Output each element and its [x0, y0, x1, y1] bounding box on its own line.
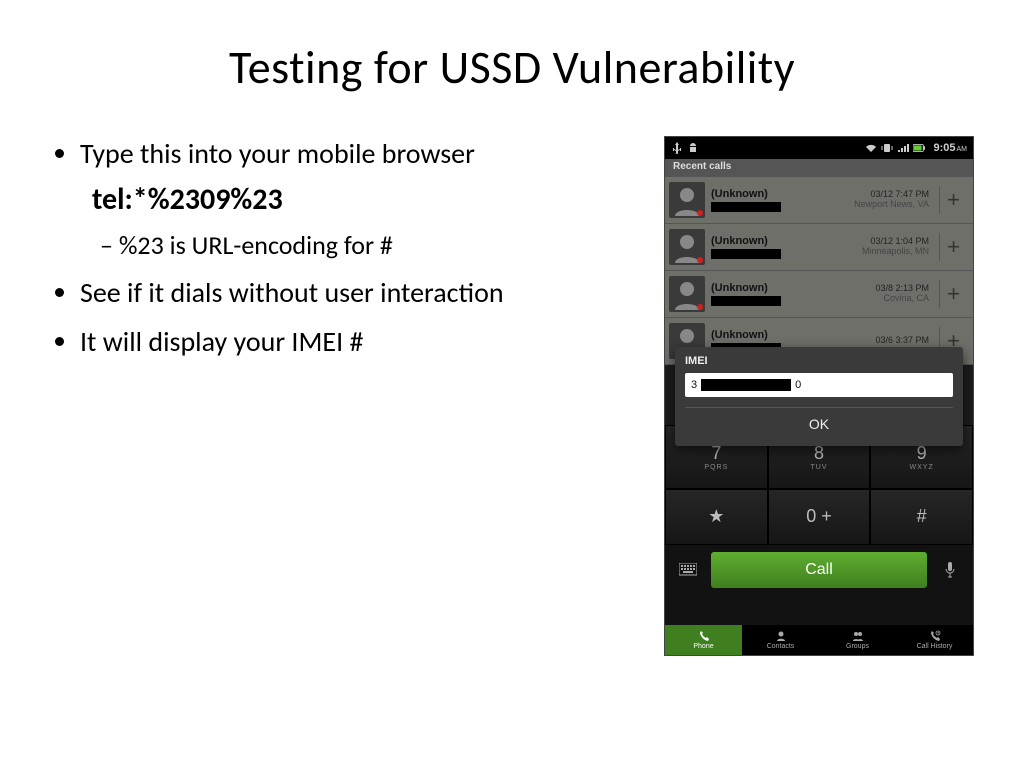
section-recent-calls: Recent calls — [665, 159, 973, 177]
imei-leading-digit: 3 — [691, 379, 697, 391]
avatar — [669, 229, 705, 265]
redacted-imei — [701, 379, 791, 391]
avatar — [669, 276, 705, 312]
imei-dialog: IMEI 3 0 OK — [675, 347, 963, 446]
bullet-3: It will display your IMEI # — [80, 324, 634, 359]
mic-icon[interactable] — [935, 555, 965, 585]
call-meta: 03/12 7:47 PM Newport News, VA — [839, 190, 929, 210]
history-icon — [929, 630, 941, 642]
bullet-1-text: Type this into your mobile browser — [80, 136, 475, 171]
caller-name: (Unknown) — [711, 282, 833, 294]
missed-call-icon — [697, 257, 703, 263]
key-0[interactable]: 0 + — [768, 489, 871, 546]
call-bar: Call — [665, 545, 973, 595]
call-meta: 03/12 1:04 PM Minneapolis, MN — [839, 237, 929, 257]
signal-icon — [897, 142, 909, 154]
dialpad: 7PQRS 8TUV 9WXYZ ★ 0 + # Call — [665, 425, 973, 625]
status-bar: 9:05AM — [665, 137, 973, 159]
android-icon — [687, 142, 699, 154]
call-row[interactable]: (Unknown) 03/12 1:04 PM Minneapolis, MN … — [665, 224, 973, 271]
nav-phone-label: Phone — [693, 643, 713, 650]
key-hash[interactable]: # — [870, 489, 973, 546]
missed-call-icon — [697, 304, 703, 310]
call-location: Minneapolis, MN — [839, 247, 929, 257]
status-left — [671, 142, 699, 154]
bullet-1: Type this into your mobile browser tel:*… — [80, 136, 634, 261]
nav-groups[interactable]: Groups — [819, 625, 896, 655]
bullet-list: Type this into your mobile browser tel:*… — [50, 136, 634, 359]
slide-title: Testing for USSD Vulnerability — [50, 40, 974, 96]
add-contact-button[interactable]: + — [939, 233, 967, 261]
phone-screenshot: 9:05AM Recent calls (Unknown) — [664, 136, 974, 656]
redacted-number — [711, 202, 781, 212]
missed-call-icon — [697, 210, 703, 216]
clock-ampm: AM — [957, 146, 968, 153]
key-star[interactable]: ★ — [665, 489, 768, 546]
avatar — [669, 182, 705, 218]
imei-trailing-digit: 0 — [795, 379, 801, 391]
call-meta: 03/6 3:37 PM — [839, 336, 929, 346]
person-icon — [775, 630, 787, 642]
ok-button[interactable]: OK — [685, 407, 953, 440]
keyboard-icon[interactable] — [673, 555, 703, 585]
call-row[interactable]: (Unknown) 03/8 2:13 PM Covina, CA + — [665, 271, 973, 318]
caller-info: (Unknown) — [711, 235, 833, 259]
text-column: Type this into your mobile browser tel:*… — [50, 136, 634, 656]
phone-icon — [698, 630, 710, 642]
call-location: Newport News, VA — [839, 200, 929, 210]
slide: Testing for USSD Vulnerability Type this… — [0, 0, 1024, 768]
call-button[interactable]: Call — [711, 552, 927, 588]
call-date: 03/6 3:37 PM — [839, 336, 929, 346]
caller-name: (Unknown) — [711, 188, 833, 200]
status-right: 9:05AM — [865, 142, 967, 154]
nav-history-label: Call History — [917, 643, 953, 650]
nav-groups-label: Groups — [846, 643, 869, 650]
vibrate-icon — [881, 142, 893, 154]
call-list: (Unknown) 03/12 7:47 PM Newport News, VA… — [665, 177, 973, 365]
caller-info: (Unknown) — [711, 188, 833, 212]
call-meta: 03/8 2:13 PM Covina, CA — [839, 284, 929, 304]
clock-time: 9:05 — [933, 142, 955, 154]
nav-phone[interactable]: Phone — [665, 625, 742, 655]
nav-contacts-label: Contacts — [767, 643, 795, 650]
sub-bullet-1: %23 is URL-encoding for # — [100, 229, 634, 262]
tel-code: tel:*%2309%23 — [92, 181, 634, 219]
clock: 9:05AM — [933, 142, 967, 154]
caller-name: (Unknown) — [711, 329, 833, 341]
phone-column: 9:05AM Recent calls (Unknown) — [664, 136, 974, 656]
add-contact-button[interactable]: + — [939, 280, 967, 308]
redacted-number — [711, 249, 781, 259]
call-location: Covina, CA — [839, 294, 929, 304]
caller-name: (Unknown) — [711, 235, 833, 247]
battery-icon — [913, 142, 925, 154]
caller-info: (Unknown) — [711, 282, 833, 306]
call-row[interactable]: (Unknown) 03/12 7:47 PM Newport News, VA… — [665, 177, 973, 224]
redacted-number — [711, 296, 781, 306]
slide-body: Type this into your mobile browser tel:*… — [50, 136, 974, 656]
add-contact-button[interactable]: + — [939, 186, 967, 214]
bottom-nav: Phone Contacts Groups Call History — [665, 625, 973, 655]
sub-bullet-list: %23 is URL-encoding for # — [80, 229, 634, 262]
wifi-icon — [865, 142, 877, 154]
nav-contacts[interactable]: Contacts — [742, 625, 819, 655]
group-icon — [852, 630, 864, 642]
dialog-body: 3 0 — [685, 373, 953, 397]
dialog-title: IMEI — [685, 355, 953, 367]
usb-icon — [671, 142, 683, 154]
bullet-2: See if it dials without user interaction — [80, 275, 634, 310]
nav-history[interactable]: Call History — [896, 625, 973, 655]
